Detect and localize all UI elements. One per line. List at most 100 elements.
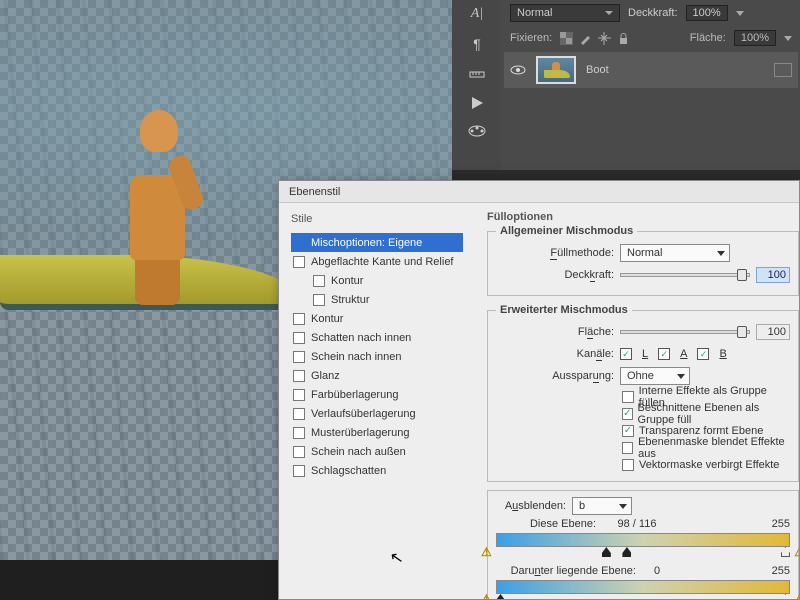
fill-options-heading: Fülloptionen: [487, 211, 799, 223]
checkbox-icon[interactable]: [293, 389, 305, 401]
checkbox-icon[interactable]: [293, 408, 305, 420]
style-item[interactable]: Schein nach außen: [291, 442, 463, 461]
opacity-stepper-icon[interactable]: [736, 11, 744, 16]
style-item-label: Kontur: [311, 313, 343, 325]
style-item[interactable]: Schlagschatten: [291, 461, 463, 480]
option-checkbox-row[interactable]: Vektormaske verbirgt Effekte: [496, 456, 790, 473]
dialog-fill-value[interactable]: 100: [756, 324, 790, 340]
style-item[interactable]: Glanz: [291, 366, 463, 385]
style-item-label: Schein nach innen: [311, 351, 402, 363]
checkbox-icon[interactable]: [622, 391, 634, 403]
style-item-label: Glanz: [311, 370, 340, 382]
checkbox-icon[interactable]: [622, 442, 633, 454]
opacity-slider[interactable]: [620, 273, 750, 277]
style-item-label: Schlagschatten: [311, 465, 386, 477]
paragraph-panel-icon[interactable]: ¶: [473, 36, 481, 52]
chevron-down-icon: [677, 374, 685, 379]
lock-transparency-icon[interactable]: [560, 32, 573, 45]
fisherman-shape: [120, 110, 200, 260]
style-item[interactable]: Schein nach innen: [291, 347, 463, 366]
checkbox-icon[interactable]: [293, 256, 305, 268]
knockout-select[interactable]: Ohne: [620, 367, 690, 385]
style-item-label: Struktur: [331, 294, 370, 306]
fill-method-label: Füllmethode:: [496, 247, 614, 259]
channels-label: Kanäle:: [496, 348, 614, 360]
style-item-label: Abgeflachte Kante und Relief: [311, 256, 454, 268]
checkbox-icon[interactable]: ✓: [622, 408, 633, 420]
play-icon[interactable]: [470, 96, 484, 110]
checkbox-label: Ebenenmaske blendet Effekte aus: [638, 436, 790, 460]
advanced-blend-group: Erweiterter Mischmodus Fläche: 100 Kanäl…: [487, 304, 799, 482]
opacity-label: Deckkraft:: [628, 7, 678, 19]
knockout-value: Ohne: [627, 370, 654, 382]
fill-slider[interactable]: [620, 330, 750, 334]
option-checkbox-row[interactable]: Ebenenmaske blendet Effekte aus: [496, 439, 790, 456]
measurement-panel-icon[interactable]: [469, 66, 485, 82]
adv-blend-legend: Erweiterter Mischmodus: [496, 304, 632, 316]
layers-panel: Normal Deckkraft: 100% Fixieren: Fläche:…: [502, 0, 800, 170]
channel-checkbox[interactable]: ✓: [620, 348, 632, 360]
style-item[interactable]: Mischoptionen: Eigene: [291, 233, 463, 252]
layer-thumbnail[interactable]: [536, 56, 576, 84]
fill-value[interactable]: 100%: [734, 30, 776, 46]
style-item-label: Kontur: [331, 275, 363, 287]
checkbox-icon[interactable]: [293, 465, 305, 477]
style-item[interactable]: Kontur: [291, 271, 463, 290]
visibility-icon[interactable]: [510, 62, 526, 78]
style-item-label: Musterüberlagerung: [311, 427, 409, 439]
under-black: 0: [642, 565, 672, 577]
checkbox-label: Vektormaske verbirgt Effekte: [639, 459, 779, 471]
style-item[interactable]: Kontur: [291, 309, 463, 328]
blend-mode-select[interactable]: Normal: [510, 4, 620, 22]
blendif-select[interactable]: b: [572, 497, 632, 515]
style-item[interactable]: Abgeflachte Kante und Relief: [291, 252, 463, 271]
checkbox-icon[interactable]: [313, 275, 325, 287]
swatches-panel-icon[interactable]: [468, 124, 486, 138]
style-item[interactable]: Verlaufsüberlagerung: [291, 404, 463, 423]
dialog-title: Ebenenstil: [279, 181, 799, 203]
checkbox-icon[interactable]: [293, 332, 305, 344]
fill-method-select[interactable]: Normal: [620, 244, 730, 262]
lock-pixels-icon[interactable]: [579, 32, 592, 45]
style-item[interactable]: Musterüberlagerung: [291, 423, 463, 442]
style-item-label: Farbüberlagerung: [311, 389, 398, 401]
opacity-value[interactable]: 100%: [686, 5, 728, 21]
blend-mode-value: Normal: [517, 7, 552, 19]
dialog-opacity-value[interactable]: 100: [756, 267, 790, 283]
checkbox-icon[interactable]: [313, 294, 325, 306]
chevron-down-icon: [717, 251, 725, 256]
style-item[interactable]: Struktur: [291, 290, 463, 309]
checkbox-icon[interactable]: ✓: [622, 425, 634, 437]
layer-fx-icon[interactable]: [774, 63, 792, 77]
layer-name[interactable]: Boot: [586, 64, 764, 76]
checkbox-label: Beschnittene Ebenen als Gruppe füll: [638, 402, 790, 426]
under-layer-gradient[interactable]: [496, 580, 790, 594]
checkbox-icon[interactable]: [293, 427, 305, 439]
this-layer-values: 98 / 116: [602, 518, 672, 530]
character-panel-icon[interactable]: A|: [471, 6, 483, 22]
style-item[interactable]: Schatten nach innen: [291, 328, 463, 347]
layer-row[interactable]: Boot: [504, 52, 798, 88]
general-blend-group: Allgemeiner Mischmodus Füllmethode: Norm…: [487, 225, 799, 296]
layer-style-dialog: Ebenenstil Stile Mischoptionen: EigeneAb…: [278, 180, 800, 600]
style-item[interactable]: Farbüberlagerung: [291, 385, 463, 404]
checkbox-icon[interactable]: [293, 313, 305, 325]
checkbox-icon[interactable]: [293, 351, 305, 363]
checkbox-icon[interactable]: [293, 446, 305, 458]
styles-list: Stile Mischoptionen: EigeneAbgeflachte K…: [279, 203, 469, 599]
checkbox-icon[interactable]: [293, 370, 305, 382]
this-layer-gradient[interactable]: [496, 533, 790, 547]
option-checkbox-row[interactable]: ✓Beschnittene Ebenen als Gruppe füll: [496, 405, 790, 422]
lock-position-icon[interactable]: [598, 32, 611, 45]
channel-checkbox[interactable]: ✓: [697, 348, 709, 360]
lock-all-icon[interactable]: [617, 32, 630, 45]
this-layer-white: 255: [772, 518, 790, 530]
general-blend-legend: Allgemeiner Mischmodus: [496, 225, 637, 237]
this-layer-stops[interactable]: ⚠ ⚠: [496, 547, 790, 559]
under-white: 255: [772, 565, 790, 577]
checkbox-icon[interactable]: [622, 459, 634, 471]
fill-stepper-icon[interactable]: [784, 36, 792, 41]
channel-checkbox[interactable]: ✓: [658, 348, 670, 360]
under-layer-stops[interactable]: ⚠ ⚠: [496, 594, 790, 599]
dialog-fill-label: Fläche:: [496, 326, 614, 338]
